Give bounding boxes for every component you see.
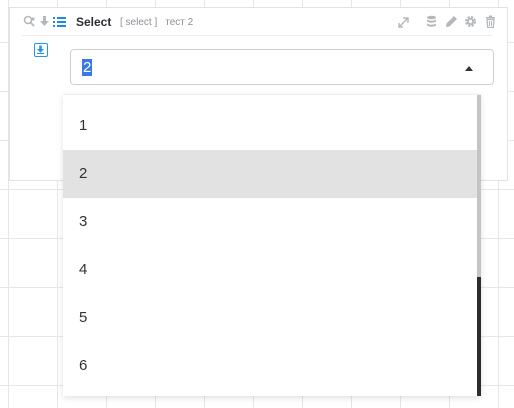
database-icon[interactable]	[425, 15, 438, 28]
select-dropdown: 1 2 3 4 5 6	[63, 94, 481, 396]
select-option-selected[interactable]: 2	[63, 150, 477, 198]
widget-meta: [ select ] тест 2	[120, 17, 193, 28]
select-option[interactable]: 4	[63, 246, 477, 294]
header-divider	[22, 35, 493, 36]
select-option[interactable]: 6	[63, 342, 477, 390]
widget-header: Select [ select ] тест 2	[10, 8, 507, 36]
caret-up-icon[interactable]	[465, 66, 473, 71]
expand-icon[interactable]	[397, 16, 410, 29]
widget-name: тест 2	[165, 17, 194, 28]
edit-icon[interactable]	[445, 15, 458, 28]
trash-icon[interactable]	[484, 15, 497, 28]
widget-title: Select	[76, 15, 112, 29]
widget-type-tag: [ select ]	[120, 17, 158, 28]
select-option[interactable]: 5	[63, 294, 477, 342]
dropdown-scrollbar-thumb[interactable]	[477, 95, 481, 277]
download-box-icon[interactable]	[34, 43, 48, 57]
select-option[interactable]: 3	[63, 198, 477, 246]
select-input[interactable]: 2	[70, 49, 494, 85]
list-icon[interactable]	[53, 15, 66, 28]
gear-icon[interactable]	[464, 15, 477, 28]
select-value: 2	[82, 59, 93, 76]
download-icon[interactable]	[38, 15, 51, 28]
select-option[interactable]: 1	[63, 102, 477, 150]
search-settings-icon[interactable]	[23, 15, 36, 28]
